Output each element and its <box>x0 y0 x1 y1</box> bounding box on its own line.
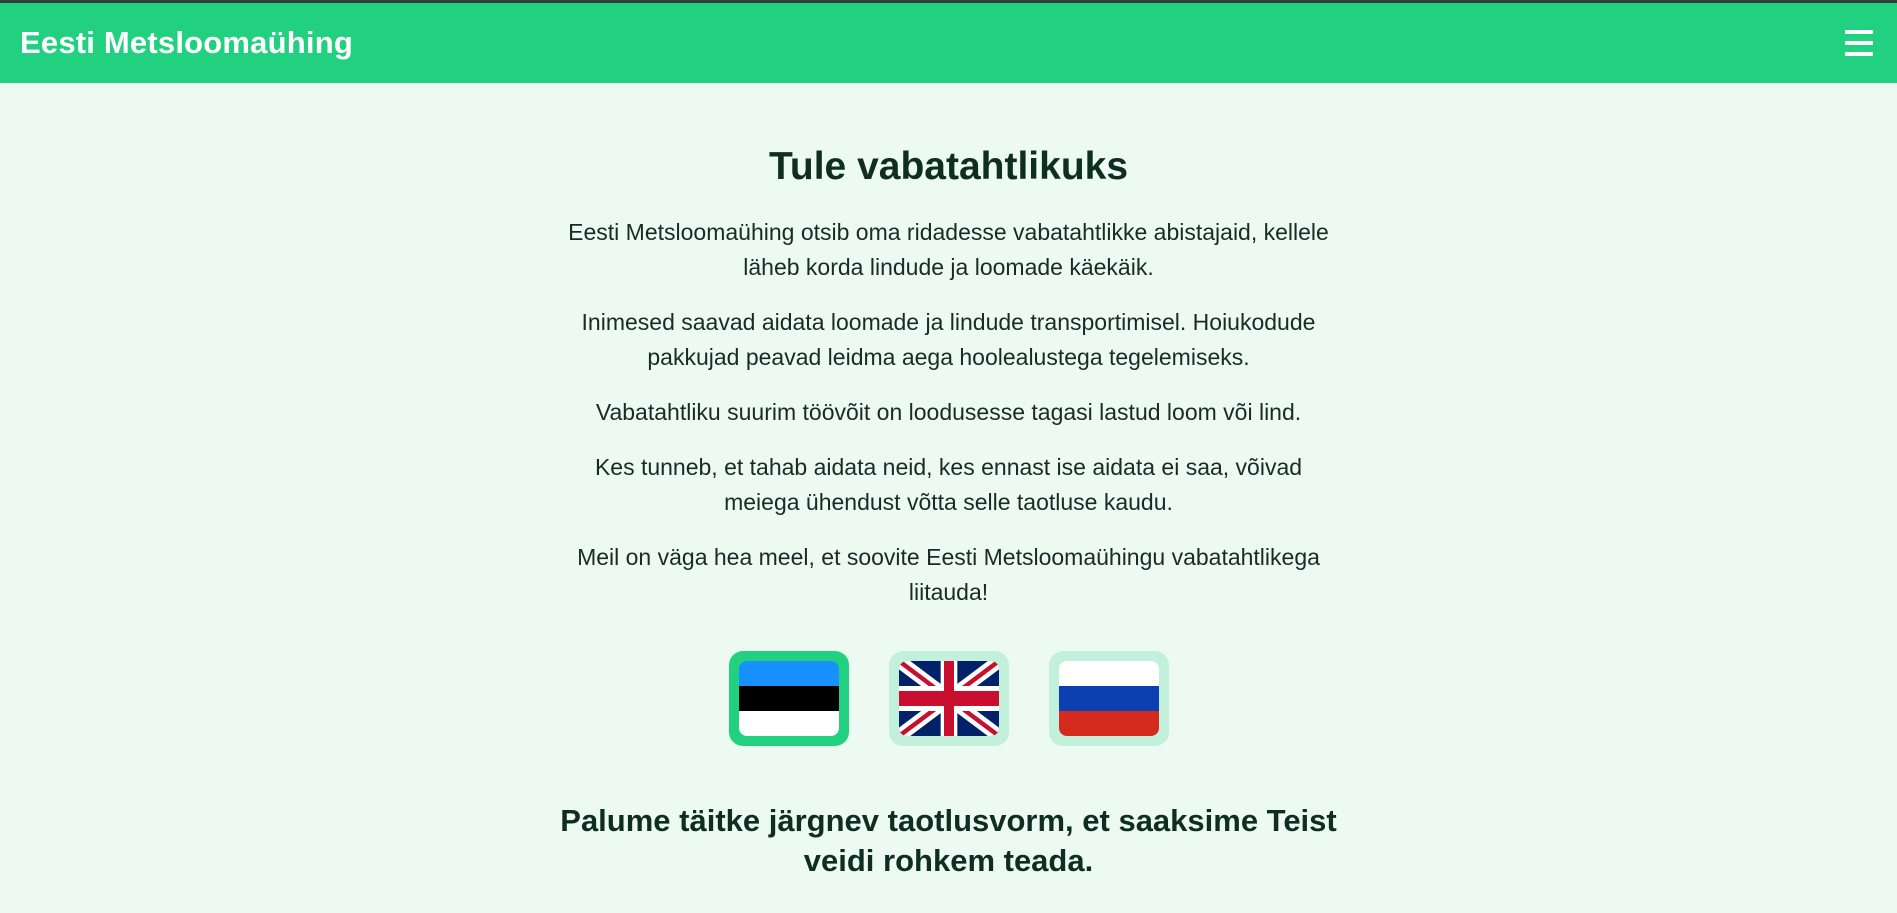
estonian-flag-icon <box>738 661 839 736</box>
main-content: Tule vabatahtlikuks Eesti Metsloomaühing… <box>0 83 1897 913</box>
intro-paragraph-2: Inimesed saavad aidata loomade ja lindud… <box>581 309 1316 370</box>
intro-paragraph-3: Vabatahtliku suurim töövõit on loodusess… <box>595 399 1302 425</box>
site-brand[interactable]: Eesti Metsloomaühing <box>20 25 353 61</box>
intro-paragraph-4: Kes tunneb, et tahab aidata neid, kes en… <box>594 454 1303 515</box>
russian-flag-icon <box>1058 661 1159 736</box>
language-button-et[interactable] <box>728 651 849 746</box>
language-button-en[interactable] <box>888 651 1009 746</box>
hamburger-menu-icon[interactable] <box>1845 27 1877 59</box>
site-header: Eesti Metsloomaühing <box>0 3 1897 83</box>
language-button-ru[interactable] <box>1048 651 1169 746</box>
intro-paragraph-1: Eesti Metsloomaühing otsib oma ridadesse… <box>568 219 1329 280</box>
uk-flag-icon <box>898 661 999 736</box>
page-title: Tule vabatahtlikuks <box>768 145 1129 188</box>
intro-paragraph-5: Meil on väga hea meel, et soovite Eesti … <box>577 544 1320 605</box>
form-heading: Palume täitke järgnev taotlusvorm, et sa… <box>560 803 1337 878</box>
language-selector <box>728 651 1169 746</box>
